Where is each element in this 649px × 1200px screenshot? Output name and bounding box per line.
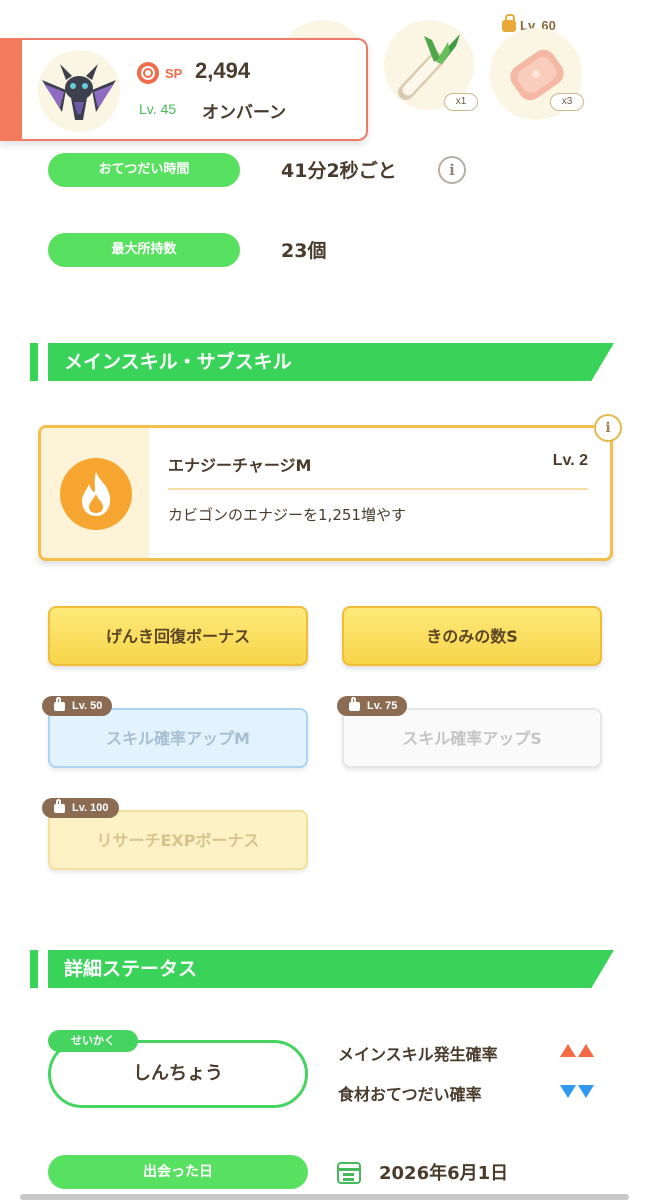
sp-icon	[137, 62, 159, 84]
main-skill-card[interactable]: エナジーチャージM Lv. 2 カビゴンのエナジーを1,251増やす	[38, 425, 613, 561]
main-skill-info-button[interactable]: i	[594, 414, 622, 442]
lock-icon	[54, 799, 65, 813]
info-icon: i	[449, 161, 455, 179]
pokemon-avatar	[38, 50, 120, 132]
bottom-scroll-indicator[interactable]	[20, 1194, 629, 1200]
meat-count-badge: x3	[550, 93, 584, 111]
sub-skill-skill-trigger-m[interactable]: スキル確率アップM	[48, 708, 308, 768]
calendar-icon	[337, 1162, 361, 1184]
help-time-label: おてつだい時間	[48, 153, 240, 187]
sub-skill-lock-tab-75: Lv. 75	[337, 696, 408, 716]
met-date-label: 出会った日	[48, 1155, 308, 1189]
sub-skill-lock-tab-50: Lv. 50	[42, 696, 113, 716]
pokemon-summary-card[interactable]: SP 2,494 Lv. 45 オンバーン	[0, 38, 368, 141]
max-carry-label: 最大所持数	[48, 233, 240, 267]
nature-effect-down-label: 食材おてつだい確率	[338, 1085, 482, 1104]
sub-skill-energy-recovery-bonus[interactable]: げんき回復ボーナス	[48, 606, 308, 666]
flame-icon	[60, 458, 132, 530]
skills-section-header: メインスキル・サブスキル	[30, 343, 614, 381]
leek-count-badge: x1	[444, 93, 478, 111]
noivern-icon	[42, 64, 116, 120]
help-time-info-button[interactable]: i	[438, 156, 466, 184]
sub-skill-lock-tab-100: Lv. 100	[42, 798, 119, 818]
pokemon-name: オンバーン	[202, 103, 287, 123]
nature-tag: せいかく	[48, 1030, 138, 1052]
pokemon-level: Lv. 45	[139, 101, 177, 117]
card-accent-stripe	[0, 38, 22, 141]
detail-section-title: 詳細ステータス	[64, 958, 198, 980]
main-skill-description: カビゴンのエナジーを1,251増やす	[168, 506, 406, 524]
met-date-value: 2026年6月1日	[379, 1163, 509, 1184]
down-arrows-icon	[560, 1085, 594, 1098]
nature-effect-up-label: メインスキル発生確率	[338, 1045, 498, 1064]
lock-icon	[54, 697, 65, 711]
sp-label: SP	[165, 66, 183, 81]
divider	[168, 488, 588, 490]
info-icon: i	[605, 420, 611, 436]
sub-skill-research-exp-bonus[interactable]: リサーチEXPボーナス	[48, 810, 308, 870]
skills-section-title: メインスキル・サブスキル	[64, 351, 292, 373]
lock-icon	[349, 697, 360, 711]
max-carry-value: 23個	[281, 240, 327, 262]
main-skill-level: Lv. 2	[552, 452, 588, 469]
sp-value: 2,494	[195, 58, 251, 83]
detail-section-header: 詳細ステータス	[30, 950, 614, 988]
help-time-value: 41分2秒ごと	[281, 160, 397, 182]
up-arrows-icon	[560, 1044, 594, 1057]
main-skill-name: エナジーチャージM	[168, 456, 312, 475]
sub-skill-skill-trigger-s[interactable]: スキル確率アップS	[342, 708, 602, 768]
sub-skill-berry-count-s[interactable]: きのみの数S	[342, 606, 602, 666]
